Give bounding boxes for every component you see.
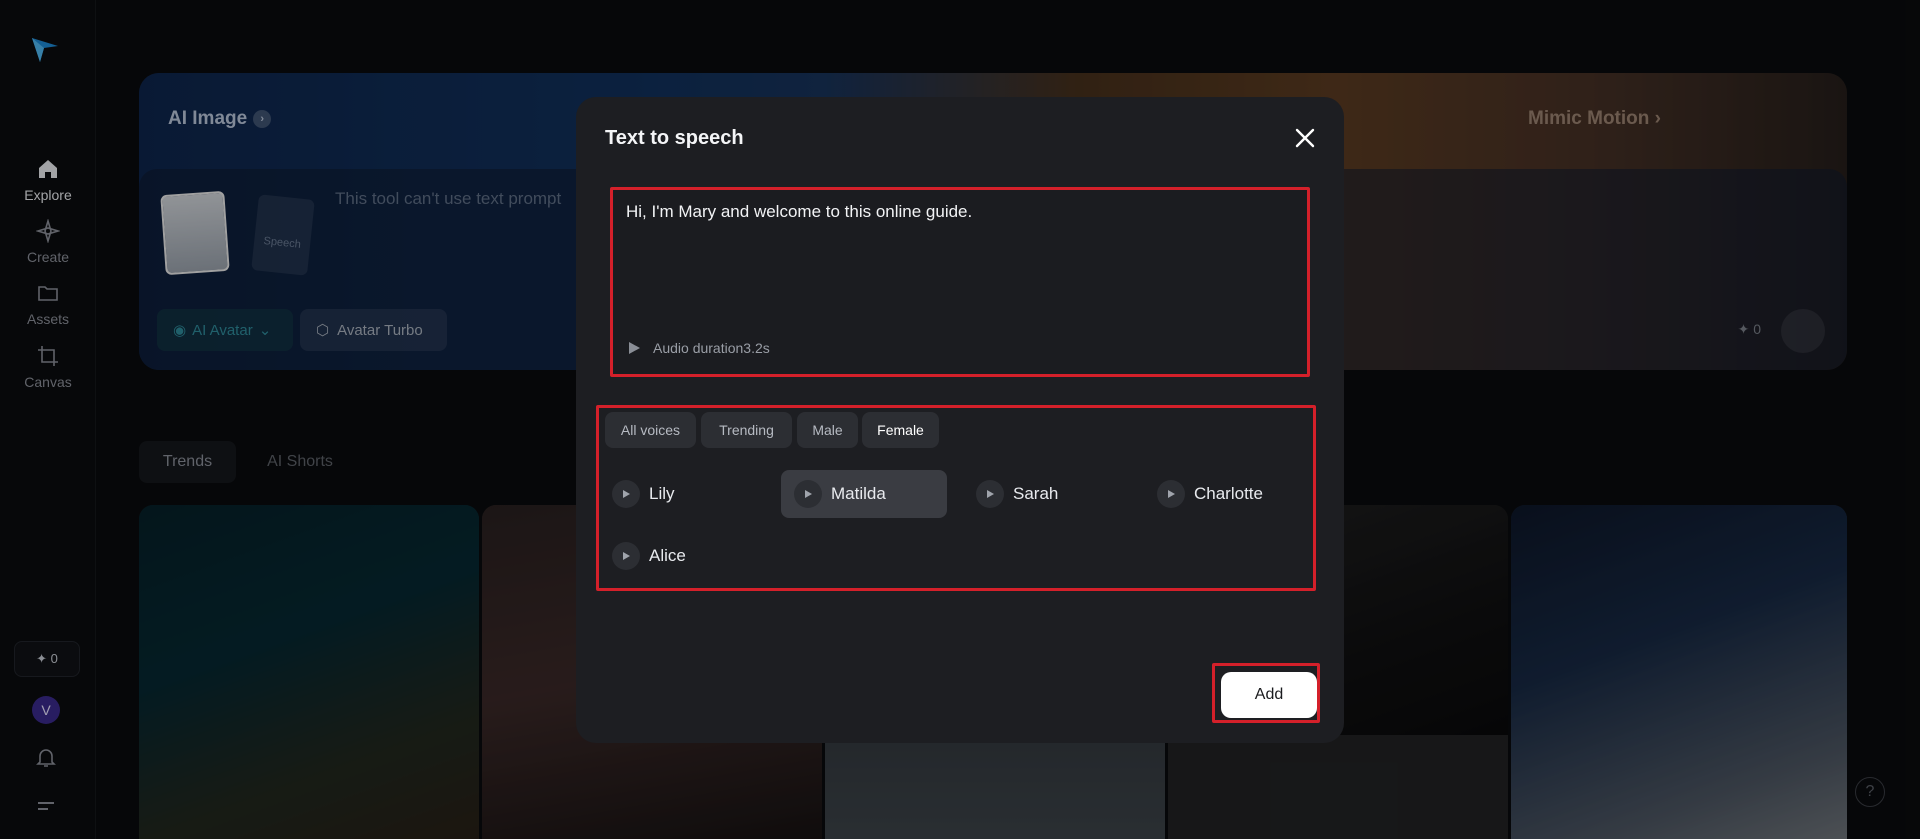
- voice-name: Sarah: [1013, 484, 1059, 503]
- voice-selector: All voices Trending Male Female Lily Mat…: [596, 405, 1316, 591]
- play-icon[interactable]: [794, 480, 822, 508]
- audio-duration-label: Audio duration3.2s: [653, 340, 770, 356]
- add-button[interactable]: Add: [1221, 672, 1317, 718]
- play-icon[interactable]: [612, 480, 640, 508]
- voice-option-charlotte[interactable]: Charlotte: [1144, 470, 1314, 518]
- voice-option-matilda[interactable]: Matilda: [781, 470, 947, 518]
- app-root: Explore Create Assets Canvas ✦ 0 V AI Im…: [0, 0, 1920, 839]
- speech-text-value[interactable]: Hi, I'm Mary and welcome to this online …: [626, 202, 972, 222]
- voice-option-sarah[interactable]: Sarah: [963, 470, 1133, 518]
- play-icon[interactable]: [612, 542, 640, 570]
- play-icon[interactable]: [976, 480, 1004, 508]
- voice-option-lily[interactable]: Lily: [599, 470, 769, 518]
- close-icon[interactable]: [1292, 125, 1318, 151]
- speech-text-input[interactable]: Hi, I'm Mary and welcome to this online …: [610, 187, 1310, 377]
- filter-male[interactable]: Male: [797, 412, 858, 448]
- voice-name: Alice: [649, 546, 686, 565]
- modal-title: Text to speech: [605, 127, 744, 149]
- filter-female[interactable]: Female: [862, 412, 939, 448]
- text-to-speech-modal: Text to speech Hi, I'm Mary and welcome …: [576, 97, 1344, 743]
- voice-option-alice[interactable]: Alice: [599, 532, 769, 580]
- add-highlight: Add: [1212, 663, 1320, 723]
- voice-name: Charlotte: [1194, 484, 1263, 503]
- voice-name: Matilda: [831, 484, 886, 503]
- filter-trending[interactable]: Trending: [701, 412, 792, 448]
- filter-all-voices[interactable]: All voices: [605, 412, 696, 448]
- play-icon[interactable]: [1157, 480, 1185, 508]
- voice-name: Lily: [649, 484, 675, 503]
- play-icon[interactable]: [627, 341, 641, 355]
- audio-preview[interactable]: Audio duration3.2s: [627, 340, 770, 356]
